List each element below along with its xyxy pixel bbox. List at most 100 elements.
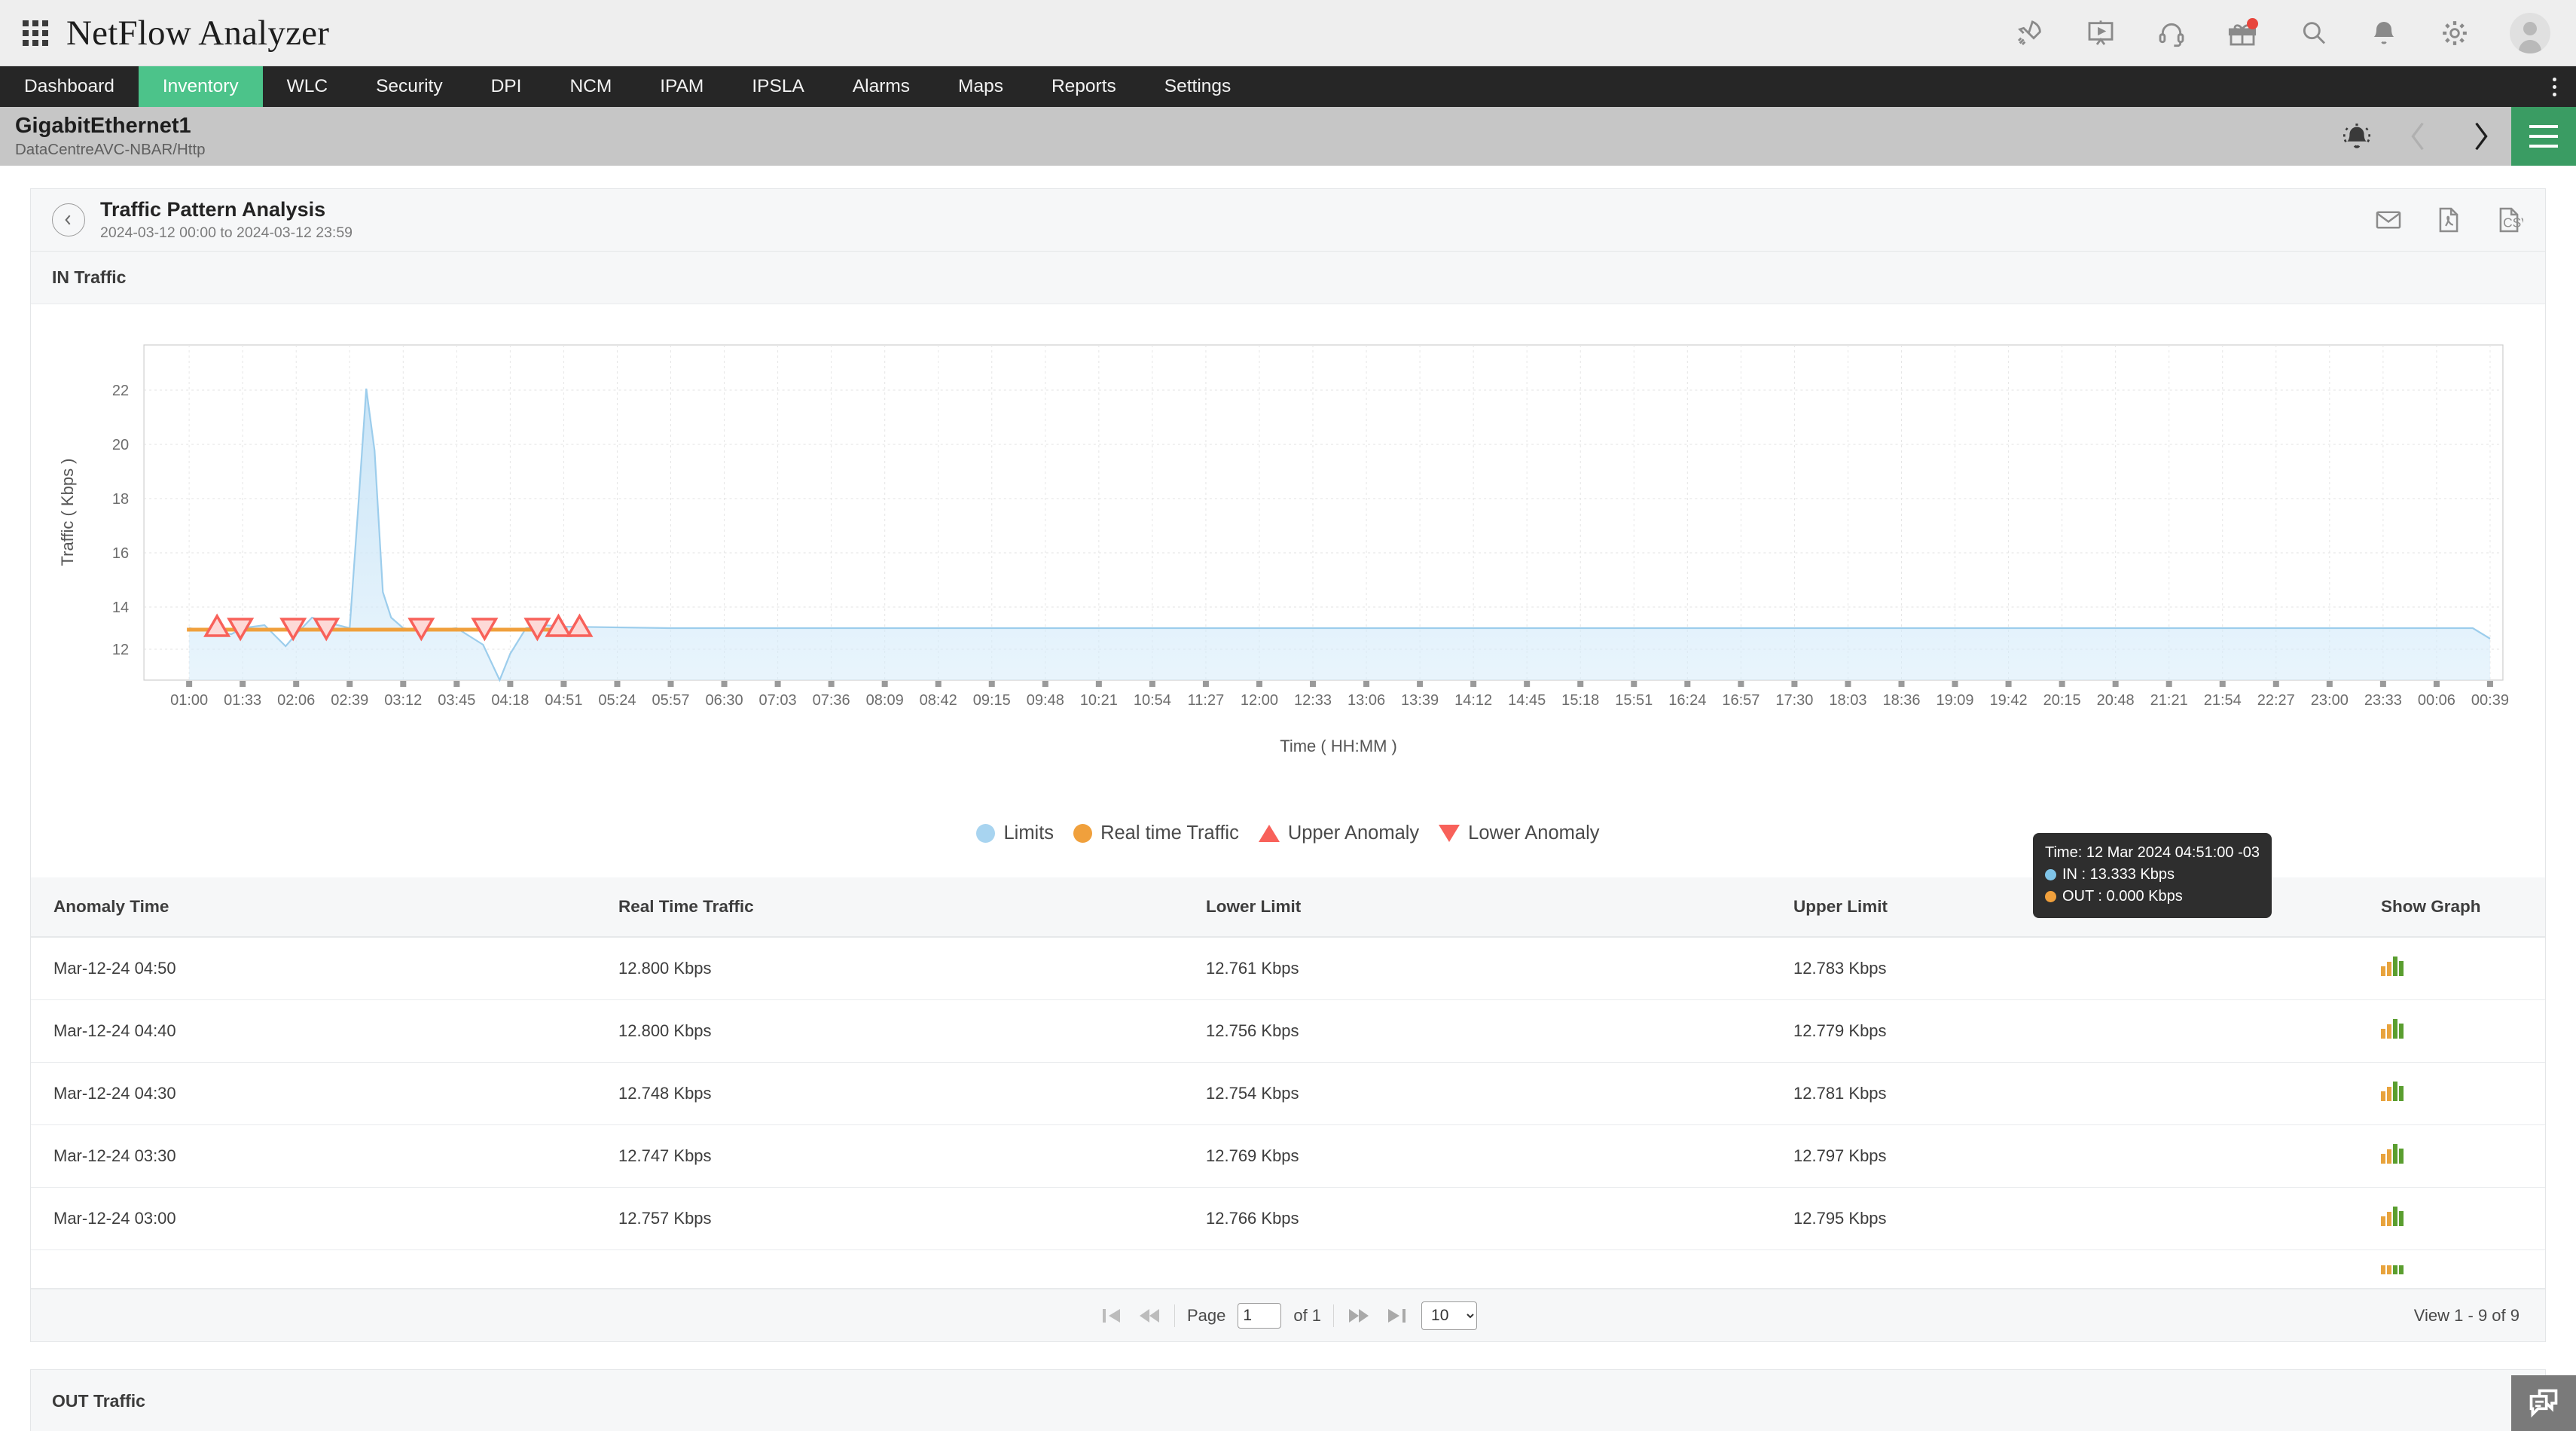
x-axis-tick-label: 18:03 — [1829, 692, 1866, 709]
first-page-icon[interactable] — [1099, 1304, 1125, 1327]
bar-chart-icon[interactable] — [2381, 957, 2404, 976]
cell-show-graph — [2381, 1250, 2545, 1289]
cell-upper-limit: 12.781 Kbps — [1793, 1063, 2381, 1125]
nav-item-dashboard[interactable]: Dashboard — [0, 66, 139, 107]
nav-item-settings[interactable]: Settings — [1140, 66, 1256, 107]
page-size-select[interactable]: 10 25 50 100 — [1421, 1301, 1477, 1330]
legend-item-limits[interactable]: Limits — [976, 822, 1054, 844]
page-content: Traffic Pattern Analysis 2024-03-12 00:0… — [0, 188, 2576, 1431]
bar-chart-icon[interactable] — [2381, 1019, 2404, 1039]
cell-real-time-traffic: 12.800 Kbps — [618, 937, 1206, 1000]
x-axis-tick-label: 23:33 — [2364, 692, 2402, 709]
bar-chart-icon[interactable] — [2381, 1082, 2404, 1101]
tooltip-out-dot — [2045, 891, 2056, 902]
table-row-partial[interactable] — [31, 1250, 2545, 1289]
gift-icon[interactable] — [2227, 17, 2258, 49]
nav-item-ipam[interactable]: IPAM — [636, 66, 728, 107]
svg-text:16: 16 — [112, 545, 129, 562]
pdf-icon[interactable] — [2434, 205, 2464, 235]
column-header-lower-limit[interactable]: Lower Limit — [1206, 877, 1793, 937]
device-subheader: GigabitEthernet1 DataCentreAVC-NBAR/Http — [0, 107, 2576, 166]
search-icon[interactable] — [2297, 17, 2329, 49]
x-axis-tick-label: 02:39 — [331, 692, 368, 709]
more-options-icon[interactable] — [2532, 66, 2576, 107]
x-axis-tick-label: 16:24 — [1668, 692, 1706, 709]
x-axis-tick-label: 22:27 — [2257, 692, 2295, 709]
next-device-button[interactable] — [2449, 107, 2511, 166]
table-row[interactable]: Mar-12-24 04:50 12.800 Kbps 12.761 Kbps … — [31, 937, 2545, 1000]
x-axis-tick-label: 20:15 — [2043, 692, 2081, 709]
nav-item-wlc[interactable]: WLC — [263, 66, 352, 107]
top-bar: NetFlow Analyzer — [0, 0, 2576, 66]
gear-icon[interactable] — [2439, 17, 2471, 49]
report-header: Traffic Pattern Analysis 2024-03-12 00:0… — [30, 188, 2546, 252]
email-icon[interactable] — [2373, 205, 2404, 235]
report-date-range: 2024-03-12 00:00 to 2024-03-12 23:59 — [100, 224, 353, 242]
column-header-show-graph[interactable]: Show Graph — [2381, 877, 2545, 937]
cell-lower-limit — [1206, 1250, 1793, 1289]
cell-real-time-traffic — [618, 1250, 1206, 1289]
hamburger-menu-icon[interactable] — [2511, 107, 2576, 166]
in-traffic-section: IN Traffic — [30, 252, 2546, 1342]
traffic-chart[interactable]: 22 20 18 16 14 12 Traffic ( Kbps ) — [31, 304, 2545, 816]
csv-icon[interactable]: CSV — [2494, 205, 2524, 235]
cell-real-time-traffic: 12.747 Kbps — [618, 1125, 1206, 1188]
cell-real-time-traffic: 12.800 Kbps — [618, 1000, 1206, 1063]
presentation-icon[interactable] — [2085, 17, 2117, 49]
table-row[interactable]: Mar-12-24 04:30 12.748 Kbps 12.754 Kbps … — [31, 1063, 2545, 1125]
pager-divider — [1174, 1304, 1175, 1327]
headset-icon[interactable] — [2156, 17, 2187, 49]
rocket-icon[interactable] — [2014, 17, 2046, 49]
column-header-real-time-traffic[interactable]: Real Time Traffic — [618, 877, 1206, 937]
x-axis-tick-label: 04:18 — [491, 692, 529, 709]
nav-item-dpi[interactable]: DPI — [467, 66, 546, 107]
table-row[interactable]: Mar-12-24 03:30 12.747 Kbps 12.769 Kbps … — [31, 1125, 2545, 1188]
x-axis-tick-label: 19:09 — [1936, 692, 1973, 709]
alarm-bell-icon[interactable] — [2326, 107, 2388, 166]
record-count-label: View 1 - 9 of 9 — [2414, 1306, 2520, 1326]
x-axis-tick-label: 15:51 — [1615, 692, 1653, 709]
nav-item-security[interactable]: Security — [352, 66, 467, 107]
x-axis-tick-label: 07:03 — [759, 692, 797, 709]
svg-text:12: 12 — [112, 642, 129, 658]
prev-page-icon[interactable] — [1137, 1304, 1162, 1327]
table-row[interactable]: Mar-12-24 04:40 12.800 Kbps 12.756 Kbps … — [31, 1000, 2545, 1063]
top-bar-icons — [2014, 13, 2550, 53]
prev-device-button[interactable] — [2388, 107, 2449, 166]
next-page-icon[interactable] — [1346, 1304, 1372, 1327]
bar-chart-icon[interactable] — [2381, 1265, 2404, 1274]
nav-item-ipsla[interactable]: IPSLA — [728, 66, 828, 107]
bell-icon[interactable] — [2368, 17, 2400, 49]
cell-anomaly-time — [31, 1250, 618, 1289]
chat-bubbles-icon[interactable] — [2511, 1375, 2576, 1431]
x-axis-tick-label: 17:30 — [1775, 692, 1813, 709]
cell-anomaly-time: Mar-12-24 04:50 — [31, 937, 618, 1000]
nav-item-inventory[interactable]: Inventory — [139, 66, 263, 107]
x-axis-tick-label: 21:54 — [2204, 692, 2242, 709]
nav-item-reports[interactable]: Reports — [1027, 66, 1140, 107]
back-arrow-icon[interactable] — [52, 203, 85, 236]
nav-item-ncm[interactable]: NCM — [545, 66, 636, 107]
x-axis-tick-label: 10:21 — [1080, 692, 1118, 709]
x-axis-tick-label: 15:18 — [1561, 692, 1599, 709]
nav-item-alarms[interactable]: Alarms — [829, 66, 934, 107]
x-axis-tick-label: 11:27 — [1188, 692, 1225, 709]
table-row[interactable]: Mar-12-24 03:00 12.757 Kbps 12.766 Kbps … — [31, 1188, 2545, 1250]
limits-area — [189, 389, 2490, 680]
avatar[interactable] — [2510, 13, 2550, 53]
apps-grid-icon[interactable] — [23, 20, 48, 46]
x-axis-tick-label: 20:48 — [2097, 692, 2135, 709]
legend-item-upper-anomaly[interactable]: Upper Anomaly — [1259, 822, 1419, 844]
svg-text:Traffic ( Kbps ): Traffic ( Kbps ) — [58, 458, 77, 566]
x-axis-tick-label: 10:54 — [1134, 692, 1171, 709]
legend-item-lower-anomaly[interactable]: Lower Anomaly — [1439, 822, 1599, 844]
bar-chart-icon[interactable] — [2381, 1144, 2404, 1164]
page-number-input[interactable] — [1238, 1303, 1281, 1329]
legend-item-realtime-traffic[interactable]: Real time Traffic — [1073, 822, 1239, 844]
last-page-icon[interactable] — [1384, 1304, 1409, 1327]
bar-chart-icon[interactable] — [2381, 1207, 2404, 1226]
nav-item-maps[interactable]: Maps — [934, 66, 1027, 107]
cell-anomaly-time: Mar-12-24 04:40 — [31, 1000, 618, 1063]
legend-label: Limits — [1003, 822, 1054, 844]
column-header-anomaly-time[interactable]: Anomaly Time — [31, 877, 618, 937]
